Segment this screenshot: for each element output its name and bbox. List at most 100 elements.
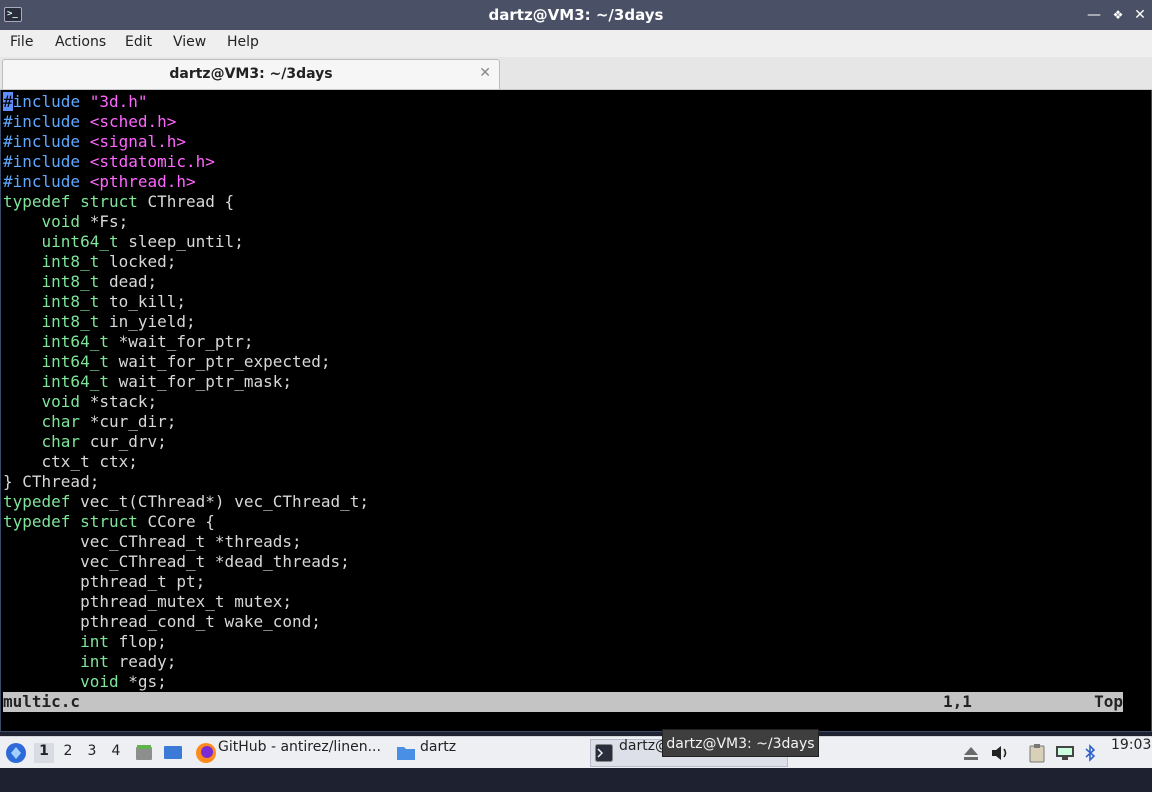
code-token: "3d.h" [89, 92, 148, 111]
close-icon[interactable]: ✕ [479, 65, 491, 81]
code-token: #include [3, 172, 90, 191]
code-line: #include <pthread.h> [3, 172, 1143, 192]
code-line: uint64_t sleep_until; [3, 232, 1143, 252]
code-token: wait_for_ptr_expected; [108, 352, 331, 371]
window-titlebar[interactable]: >_ dartz@VM3: ~/3days — ❖ ✕ [0, 0, 1152, 30]
code-line: char cur_drv; [3, 432, 1143, 452]
menu-file[interactable]: File [10, 34, 33, 50]
code-token: include [12, 92, 90, 111]
desktop-4[interactable]: 4 [106, 743, 126, 763]
clipboard-icon[interactable] [1028, 743, 1046, 763]
code-token: int8_t [41, 252, 100, 271]
tab-terminal[interactable]: dartz@VM3: ~/3days ✕ [2, 59, 500, 89]
code-line: typedef struct CCore { [3, 512, 1143, 532]
code-line: void *stack; [3, 392, 1143, 412]
code-line: int8_t dead; [3, 272, 1143, 292]
code-token: int [80, 632, 109, 651]
status-cursor-position: 1,1 [943, 692, 972, 711]
task-firefox[interactable]: GitHub - antirez/linen... [192, 739, 390, 767]
code-line: int64_t wait_for_ptr_mask; [3, 372, 1143, 392]
code-line: pthread_t pt; [3, 572, 1143, 592]
clock[interactable]: 19:03 [1111, 737, 1151, 769]
code-token: ctx_t ctx; [3, 452, 138, 471]
code-line: void *Fs; [3, 212, 1143, 232]
code-line: int flop; [3, 632, 1143, 652]
code-token: <signal.h> [89, 132, 187, 151]
code-editor[interactable]: #include "3d.h" #include <sched.h> #includ… [3, 92, 1143, 692]
minimize-icon[interactable]: — [1085, 6, 1103, 24]
task-files[interactable]: dartz [392, 739, 588, 767]
code-token: locked; [99, 252, 177, 271]
code-token: sleep_until; [118, 232, 244, 251]
code-line: #include "3d.h" [3, 92, 1143, 112]
menu-help[interactable]: Help [227, 34, 259, 50]
network-icon[interactable] [1055, 744, 1075, 762]
code-token: uint64_t [41, 232, 119, 251]
code-token: int64_t [41, 372, 109, 391]
menu-actions[interactable]: Actions [55, 34, 106, 50]
code-token: int8_t [41, 292, 100, 311]
code-token: *gs; [118, 672, 167, 691]
code-line: pthread_cond_t wake_cond; [3, 612, 1143, 632]
eject-icon[interactable] [962, 744, 980, 762]
desktop-3[interactable]: 3 [82, 743, 102, 763]
code-line: vec_CThread_t *dead_threads; [3, 552, 1143, 572]
code-line: int64_t *wait_for_ptr; [3, 332, 1143, 352]
code-token: int8_t [41, 272, 100, 291]
code-line: vec_CThread_t *threads; [3, 532, 1143, 552]
code-token: #include [3, 152, 90, 171]
code-token: dead; [99, 272, 158, 291]
bluetooth-icon[interactable] [1083, 744, 1097, 762]
firefox-icon [196, 743, 216, 763]
code-line: int8_t to_kill; [3, 292, 1143, 312]
taskbar-tooltip: dartz@VM3: ~/3days [662, 729, 819, 757]
code-line: void *gs; [3, 672, 1143, 692]
desktop-2[interactable]: 2 [58, 743, 78, 763]
status-filename: multic.c [3, 692, 81, 711]
code-token: <stdatomic.h> [89, 152, 215, 171]
code-line: } CThread; [3, 472, 1143, 492]
menu-view[interactable]: View [173, 34, 206, 50]
code-token: } CThread; [3, 472, 100, 491]
taskbar: 1 2 3 4 GitHub - antirez/linen... dartz … [0, 736, 1152, 768]
code-token: vec_t(CThread*) vec_CThread_t; [70, 492, 370, 511]
file-manager-icon[interactable] [134, 743, 154, 763]
close-icon[interactable]: ✕ [1131, 6, 1149, 24]
code-line: #include <stdatomic.h> [3, 152, 1143, 172]
code-token: int64_t [41, 332, 109, 351]
desktop-1[interactable]: 1 [34, 743, 54, 763]
task-firefox-label: GitHub - antirez/linen... [218, 739, 381, 755]
code-line: int64_t wait_for_ptr_expected; [3, 352, 1143, 372]
volume-icon[interactable] [990, 744, 1010, 762]
start-menu-icon[interactable] [5, 742, 27, 764]
code-token: int [80, 652, 109, 671]
code-line: int ready; [3, 652, 1143, 672]
code-token: ready; [108, 652, 177, 671]
code-token: #include [3, 132, 90, 151]
show-desktop-icon[interactable] [162, 743, 184, 763]
code-token: *wait_for_ptr; [108, 332, 254, 351]
code-token: wait_for_ptr_mask; [108, 372, 292, 391]
code-token: to_kill; [99, 292, 187, 311]
code-token: cur_drv; [80, 432, 167, 451]
code-token: <sched.h> [89, 112, 177, 131]
code-token: pthread_t pt; [3, 572, 206, 591]
terminal-view[interactable]: #include "3d.h" #include <sched.h> #includ… [0, 90, 1152, 732]
code-token: void [41, 212, 81, 231]
code-token: int8_t [41, 312, 100, 331]
maximize-icon[interactable]: ❖ [1109, 6, 1127, 24]
code-token: void [41, 392, 81, 411]
code-token: <pthread.h> [89, 172, 196, 191]
menu-edit[interactable]: Edit [125, 34, 152, 50]
code-token: void [80, 672, 119, 691]
code-token: CThread { [137, 192, 235, 211]
